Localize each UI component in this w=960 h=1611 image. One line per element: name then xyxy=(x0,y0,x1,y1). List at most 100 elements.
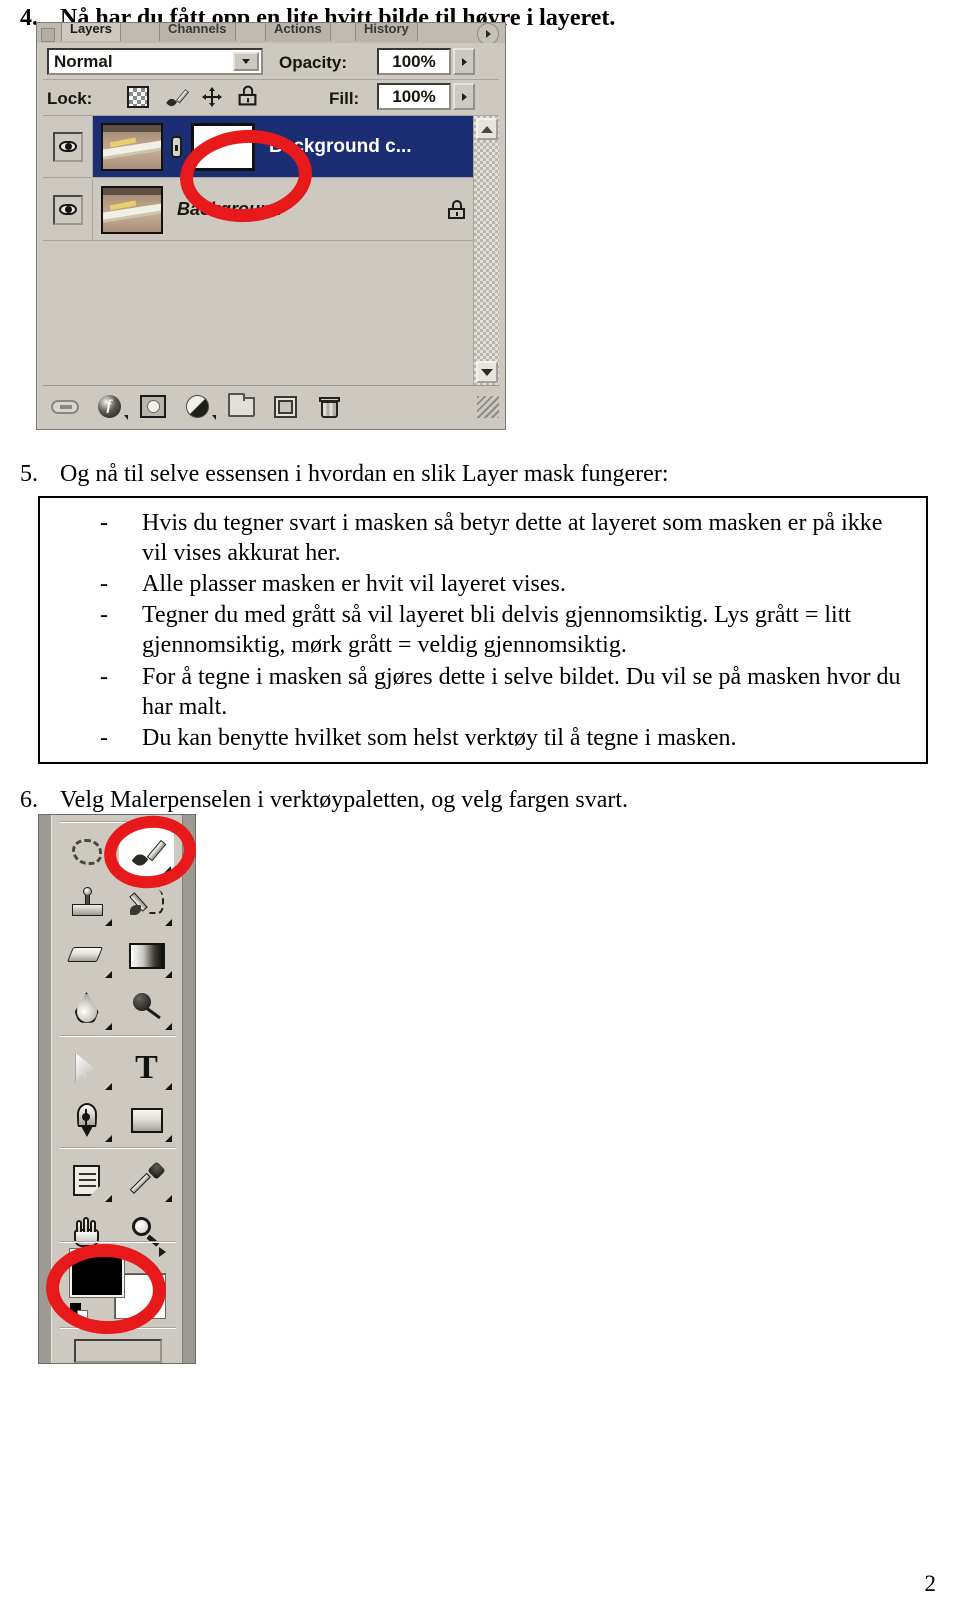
add-layer-mask-icon[interactable] xyxy=(131,392,175,422)
opacity-input[interactable]: 100% xyxy=(377,48,451,75)
default-colors-icon[interactable] xyxy=(70,1303,88,1321)
divider xyxy=(60,1241,176,1243)
gradient-tool[interactable] xyxy=(118,931,175,981)
layer-list-scrollbar[interactable] xyxy=(473,116,499,385)
step-6: 6. Velg Malerpenselen i verktøypaletten,… xyxy=(20,786,940,814)
dodge-icon xyxy=(131,992,163,1024)
bullet-text: For å tegne i masken så gjøres dette i s… xyxy=(142,663,901,720)
new-group-folder-icon[interactable] xyxy=(219,392,263,422)
table-row[interactable]: Background c... xyxy=(43,116,499,178)
bullet-text: Tegner du med grått så vil layeret bli d… xyxy=(142,602,852,659)
pen-tool[interactable] xyxy=(58,1095,115,1145)
scroll-down-arrow-icon[interactable] xyxy=(476,361,498,383)
link-chain-icon[interactable] xyxy=(163,116,189,177)
tab-channels[interactable]: Channels xyxy=(159,23,236,41)
history-brush-icon xyxy=(128,888,165,920)
layers-panel-footer: f xyxy=(43,385,499,427)
flyout-triangle-icon[interactable] xyxy=(105,1023,112,1030)
gradient-icon xyxy=(128,943,165,969)
flyout-triangle-icon[interactable] xyxy=(165,1195,172,1202)
clone-stamp-icon xyxy=(70,887,104,921)
flyout-triangle-icon[interactable] xyxy=(105,1135,112,1142)
eye-icon[interactable] xyxy=(52,131,83,162)
layer-style-fx-icon[interactable]: f xyxy=(87,392,131,422)
screen-mode-group[interactable] xyxy=(74,1339,162,1363)
flyout-triangle-icon[interactable] xyxy=(165,971,172,978)
foreground-color-swatch[interactable] xyxy=(69,1248,125,1298)
lock-position-icon[interactable] xyxy=(201,86,223,108)
list-item: - Tegner du med grått så vil layeret bli… xyxy=(100,600,910,660)
eraser-icon xyxy=(66,943,104,969)
layer-mask-thumbnail[interactable] xyxy=(191,122,255,171)
layer-thumbnail[interactable] xyxy=(101,122,163,171)
fill-value: 100% xyxy=(392,86,436,106)
brush-tool[interactable] xyxy=(118,827,175,877)
notes-tool[interactable] xyxy=(58,1155,115,1205)
panel-grip-icon xyxy=(41,28,55,42)
bullet-text: Alle plasser masken er hvit vil layeret … xyxy=(142,571,566,598)
path-selection-tool[interactable] xyxy=(58,1043,115,1093)
chevron-down-icon[interactable] xyxy=(233,52,259,71)
flyout-triangle-icon[interactable] xyxy=(105,971,112,978)
opacity-label: Opacity: xyxy=(279,53,348,72)
panel-resize-grip-icon[interactable] xyxy=(477,395,499,418)
layer-thumbnail[interactable] xyxy=(101,185,163,234)
lock-all-icon[interactable] xyxy=(238,85,261,108)
lasso-tool[interactable] xyxy=(58,827,115,877)
tool-palette-body: T xyxy=(51,815,183,1363)
layer-list: Background c... Background xyxy=(43,115,499,385)
flyout-triangle-icon[interactable] xyxy=(105,919,112,926)
blend-mode-value: Normal xyxy=(54,51,113,71)
layer-name[interactable]: Background c... xyxy=(269,136,412,158)
list-item: - Alle plasser masken er hvit vil layere… xyxy=(100,569,910,599)
link-layers-icon[interactable] xyxy=(43,392,87,422)
blur-tool[interactable] xyxy=(58,983,115,1033)
opacity-spinner-arrow-icon[interactable] xyxy=(453,48,475,75)
lock-row: Lock: Fill: 100% xyxy=(43,79,499,113)
layer-name[interactable]: Background xyxy=(177,199,282,220)
divider xyxy=(60,1147,176,1149)
scroll-up-arrow-icon[interactable] xyxy=(476,118,498,140)
eye-icon[interactable] xyxy=(52,194,83,225)
blend-mode-select[interactable]: Normal xyxy=(47,48,263,75)
lock-transparent-pixels-icon[interactable] xyxy=(127,86,149,108)
type-tool[interactable]: T xyxy=(118,1043,175,1093)
new-adjustment-layer-icon[interactable] xyxy=(175,392,219,422)
bullet-list: - Hvis du tegner svart i masken så betyr… xyxy=(100,508,910,754)
layers-panel-screenshot: Layers Channels Actions History Normal O… xyxy=(36,22,506,430)
page-number: 2 xyxy=(924,1571,937,1596)
flyout-triangle-icon[interactable] xyxy=(105,1195,112,1202)
flyout-triangle-icon[interactable] xyxy=(165,919,172,926)
table-row[interactable]: Background xyxy=(43,179,499,241)
dodge-tool[interactable] xyxy=(118,983,175,1033)
flyout-triangle-icon[interactable] xyxy=(164,866,171,873)
bullet-marker: - xyxy=(100,724,108,751)
panel-menu-arrow-icon[interactable] xyxy=(477,23,499,43)
flyout-triangle-icon[interactable] xyxy=(105,1083,112,1090)
layer-visibility-cell[interactable] xyxy=(43,179,93,240)
fill-spinner-arrow-icon[interactable] xyxy=(453,83,475,110)
tab-actions[interactable]: Actions xyxy=(265,23,331,41)
flyout-triangle-icon[interactable] xyxy=(165,1083,172,1090)
blur-droplet-icon xyxy=(74,992,99,1024)
tab-layers[interactable]: Layers xyxy=(61,23,121,41)
lock-image-pixels-icon[interactable] xyxy=(165,86,189,109)
tab-history[interactable]: History xyxy=(355,23,418,41)
step-5-number: 5. xyxy=(20,461,38,487)
divider xyxy=(60,821,176,823)
flyout-triangle-icon[interactable] xyxy=(165,1023,172,1030)
fill-input[interactable]: 100% xyxy=(377,83,451,110)
eyedropper-tool[interactable] xyxy=(118,1155,175,1205)
eraser-tool[interactable] xyxy=(58,931,115,981)
step-5: 5. Og nå til selve essensen i hvordan en… xyxy=(20,460,940,488)
flyout-triangle-icon[interactable] xyxy=(165,1135,172,1142)
type-t-icon: T xyxy=(135,1049,158,1086)
clone-stamp-tool[interactable] xyxy=(58,879,115,929)
new-layer-icon[interactable] xyxy=(263,392,307,422)
swap-colors-icon[interactable] xyxy=(159,1247,166,1257)
delete-layer-trash-icon[interactable] xyxy=(307,392,351,422)
rectangle-shape-icon xyxy=(130,1107,163,1133)
layer-visibility-cell[interactable] xyxy=(43,116,93,177)
history-brush-tool[interactable] xyxy=(118,879,175,929)
shape-tool[interactable] xyxy=(118,1095,175,1145)
